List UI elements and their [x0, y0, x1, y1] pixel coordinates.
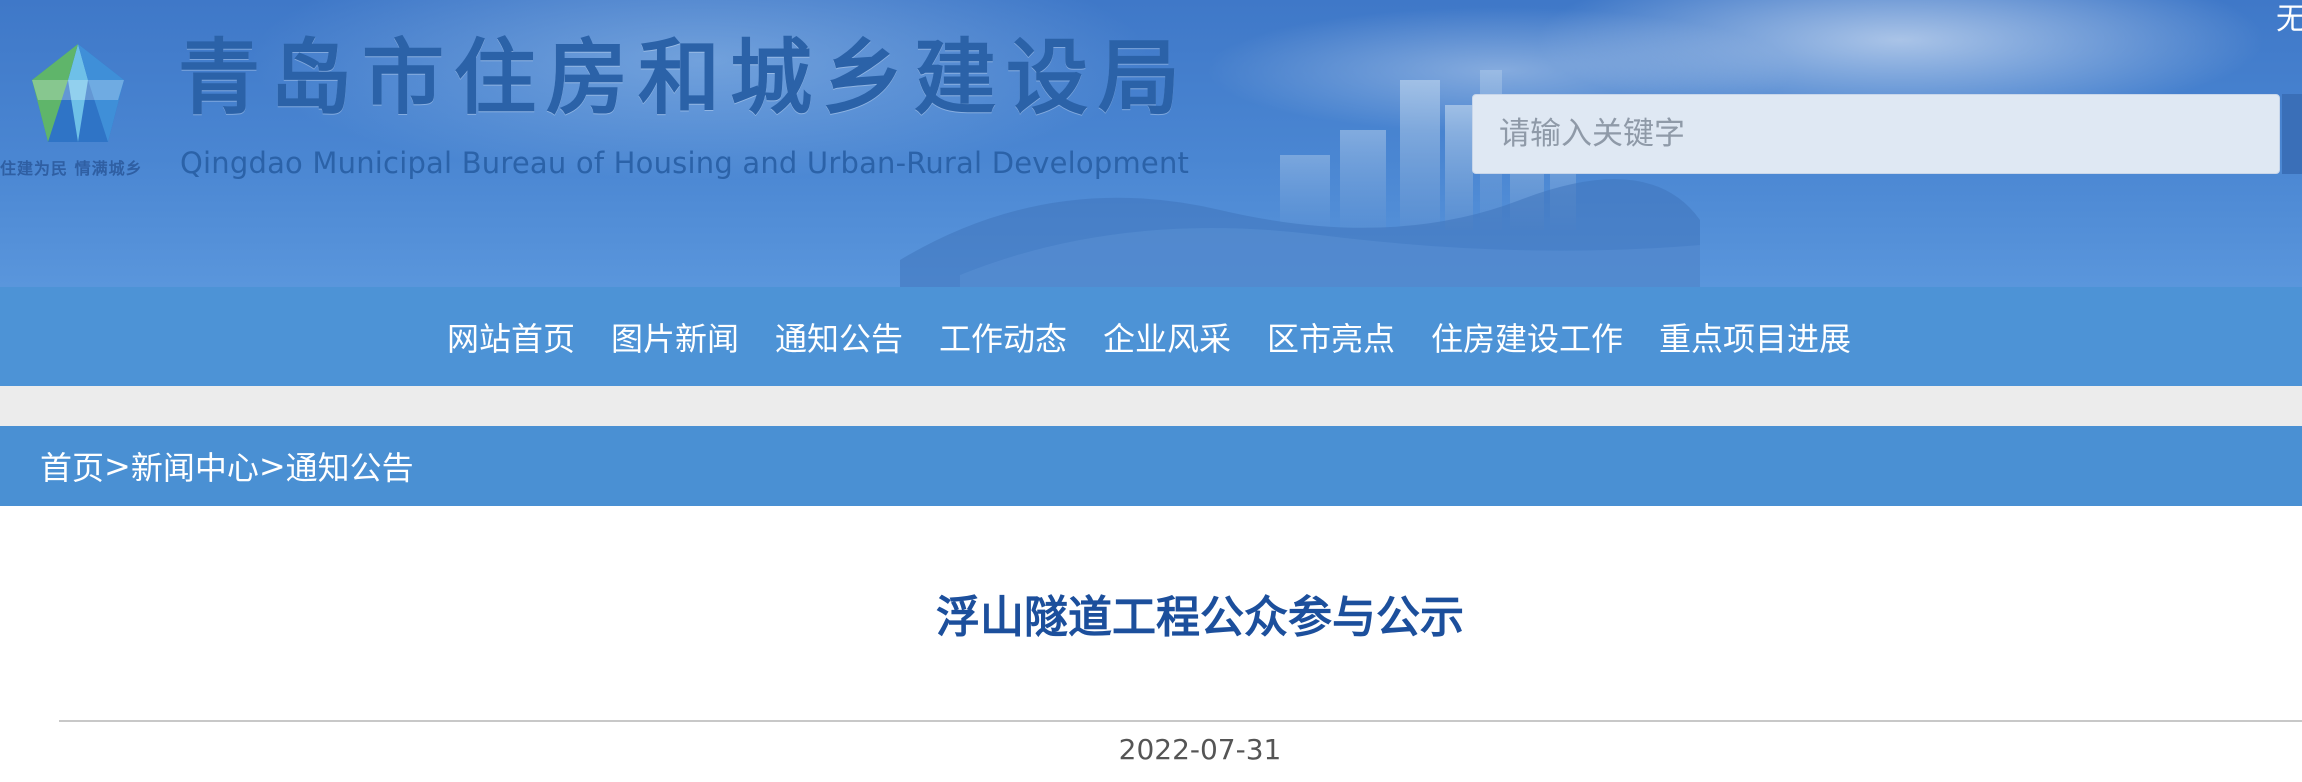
breadcrumb-news-center[interactable]: 新闻中心 — [131, 443, 259, 489]
site-title: 青岛市住房和城乡建设局 — [178, 31, 1191, 126]
nav-item-notices[interactable]: 通知公告 — [775, 314, 903, 360]
site-header: 住建为民 情满城乡 青岛市住房和城乡建设局 Qingdao Municipal … — [0, 0, 2302, 287]
title-divider — [59, 720, 2302, 722]
breadcrumb: 首页 > 新闻中心 > 通知公告 — [40, 443, 414, 489]
nav-item-photo-news[interactable]: 图片新闻 — [611, 314, 739, 360]
nav-item-housing-construction[interactable]: 住房建设工作 — [1431, 314, 1623, 360]
nav-item-enterprise-showcase[interactable]: 企业风采 — [1103, 314, 1231, 360]
section-spacer — [0, 386, 2302, 426]
search-button[interactable] — [2282, 94, 2302, 174]
breadcrumb-home[interactable]: 首页 — [40, 443, 104, 489]
nav-list: 网站首页 图片新闻 通知公告 工作动态 企业风采 区市亮点 住房建设工作 重点项… — [447, 314, 1851, 360]
site-subtitle: Qingdao Municipal Bureau of Housing and … — [180, 146, 1190, 180]
nav-item-key-projects[interactable]: 重点项目进展 — [1659, 314, 1851, 360]
site-slogan: 住建为民 情满城乡 — [0, 159, 143, 178]
nav-item-district-highlights[interactable]: 区市亮点 — [1267, 314, 1395, 360]
breadcrumb-notices[interactable]: 通知公告 — [286, 443, 414, 489]
breadcrumb-separator: > — [258, 447, 286, 485]
main-nav: 网站首页 图片新闻 通知公告 工作动态 企业风采 区市亮点 住房建设工作 重点项… — [0, 287, 2302, 386]
nav-item-work-updates[interactable]: 工作动态 — [939, 314, 1067, 360]
bureau-logo-icon — [32, 44, 124, 142]
search-box — [1472, 94, 2280, 174]
nav-item-home[interactable]: 网站首页 — [447, 314, 575, 360]
accessibility-link[interactable]: 无 — [2276, 0, 2302, 38]
article-date: 2022-07-31 — [1118, 733, 1282, 766]
breadcrumb-separator: > — [104, 447, 131, 485]
search-input[interactable] — [1497, 95, 2279, 173]
breadcrumb-bar: 首页 > 新闻中心 > 通知公告 — [0, 426, 2302, 506]
article-title: 浮山隧道工程公众参与公示 — [936, 592, 1464, 643]
